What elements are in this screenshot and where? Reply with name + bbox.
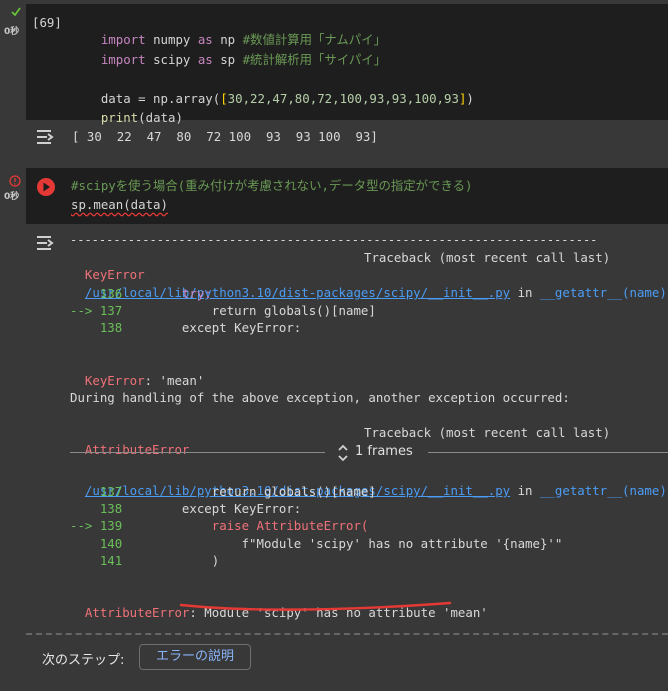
trace-line: --> 139 raise AttributeError(: [70, 518, 369, 533]
check-icon: [11, 7, 21, 17]
traceback-dashes: ----------------------------------------…: [70, 233, 598, 247]
trace-line: 140 f"Module 'scipy' has no attribute '{…: [70, 536, 563, 551]
exec-count: [69]: [32, 15, 62, 30]
frames-count: 1 frames: [355, 444, 413, 459]
cell-2-call: sp.mean(data): [71, 197, 168, 212]
cell-2-exec-time: 0秒: [4, 192, 20, 202]
error-icon: [9, 175, 21, 187]
frames-divider: [428, 452, 668, 453]
output-toggle-icon[interactable]: [36, 234, 56, 252]
trace-line: 141 ): [70, 553, 220, 568]
frames-toggle[interactable]: 1 frames: [335, 443, 425, 463]
trace-line: 137 return globals()[name]: [70, 484, 376, 499]
cell-1-exec-time: 0秒: [4, 27, 20, 37]
cell-1-gutter: 0秒: [0, 0, 26, 120]
traceback-label-1: Traceback (most recent call last): [364, 250, 611, 265]
trace-line: 138 except KeyError:: [70, 320, 302, 335]
output-separator: [26, 633, 668, 635]
cell-2-code[interactable]: #scipyを使う場合(重み付けが考慮されない,データ型の指定ができる) sp.…: [26, 168, 668, 224]
trace-line: 136 try:: [70, 286, 212, 301]
next-step-label: 次のステップ:: [42, 653, 125, 668]
trace-line: --> 137 return globals()[name]: [70, 303, 376, 318]
explain-error-button[interactable]: エラーの説明: [139, 644, 251, 670]
cell-2-gutter: 0秒: [0, 170, 26, 210]
cell-1-output: [ 30 22 47 80 72 100 93 93 100 93]: [72, 129, 378, 144]
traceback-label-2: Traceback (most recent call last): [364, 425, 611, 440]
cell-2-comment: #scipyを使う場合(重み付けが考慮されない,データ型の指定ができる): [71, 178, 473, 193]
output-toggle-icon[interactable]: [36, 128, 56, 146]
cell-1-code[interactable]: [69] import numpy as np #数値計算用「ナムパイ」 imp…: [26, 4, 668, 125]
expand-icon: [338, 444, 348, 462]
run-icon[interactable]: [36, 177, 56, 197]
trace-line: 138 except KeyError:: [70, 501, 302, 516]
frames-divider: [70, 452, 325, 453]
during-handling: During handling of the above exception, …: [70, 390, 570, 405]
handwritten-underline: [179, 601, 452, 611]
keyerror-message: KeyError: 'mean': [84, 373, 205, 388]
